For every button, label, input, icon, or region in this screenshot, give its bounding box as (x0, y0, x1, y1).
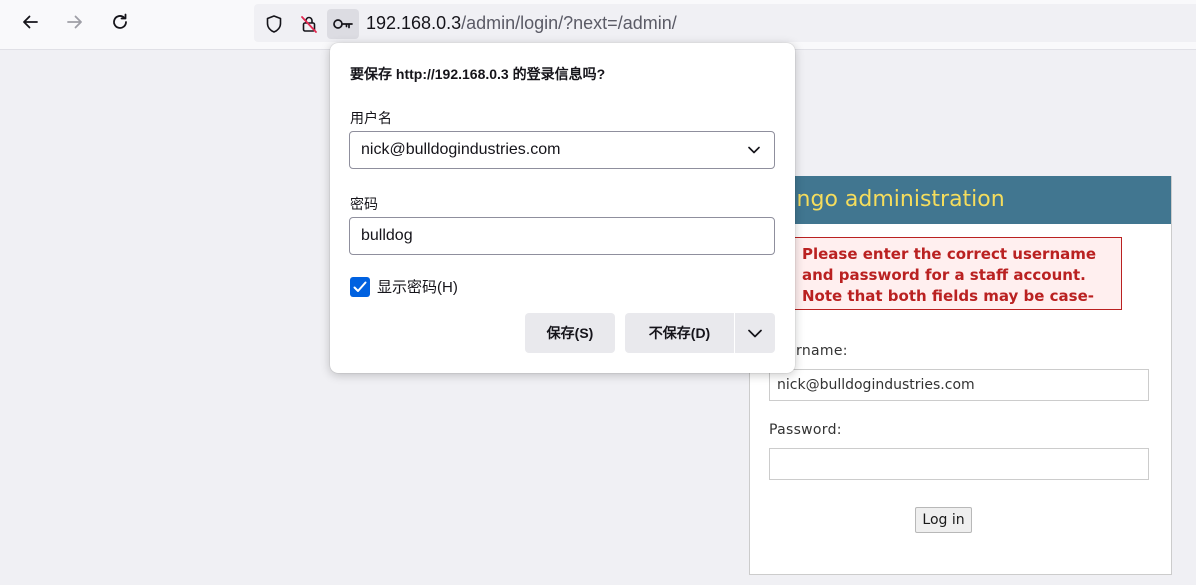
reload-icon (113, 13, 127, 29)
popup-username-field[interactable]: nick@bulldogindustries.com (349, 131, 775, 169)
popup-username-value: nick@bulldogindustries.com (361, 141, 561, 158)
login-button[interactable]: Log in (915, 507, 972, 533)
password-label: Password: (769, 422, 842, 438)
site-info-button[interactable] (293, 9, 325, 39)
username-input[interactable]: nick@bulldogindustries.com (769, 369, 1149, 401)
shield-icon (266, 15, 282, 33)
popup-title: 要保存 http://192.168.0.3 的登录信息吗? (350, 66, 606, 82)
site-header: Django administration (750, 176, 1171, 224)
more-options-button[interactable] (735, 313, 775, 353)
show-password-label: 显示密码(H) (377, 279, 458, 296)
checkmark-icon (353, 281, 367, 292)
back-arrow-icon (23, 15, 38, 29)
tracking-protection-button[interactable] (258, 9, 290, 39)
lock-slash-icon (301, 16, 317, 33)
back-button[interactable] (13, 5, 47, 39)
show-password-checkbox[interactable] (350, 276, 370, 297)
url-host: 192.168.0.3 (366, 13, 462, 33)
popup-username-label: 用户名 (350, 110, 392, 126)
forward-arrow-icon (67, 15, 82, 29)
url-path: /admin/login/?next=/admin/ (461, 13, 677, 33)
url-bar[interactable]: 192.168.0.3/admin/login/?next=/admin/ (254, 4, 1196, 42)
password-key-button[interactable] (327, 9, 359, 39)
password-input[interactable] (769, 448, 1149, 480)
popup-password-field[interactable]: bulldog (349, 217, 775, 255)
url-text[interactable]: 192.168.0.3/admin/login/?next=/admin/ (366, 13, 677, 34)
save-login-popup: 要保存 http://192.168.0.3 的登录信息吗? 用户名 nick@… (330, 43, 795, 373)
key-icon (333, 19, 353, 29)
show-password-row[interactable]: 显示密码(H) (350, 276, 458, 297)
login-container: Django administration Please enter the c… (749, 176, 1172, 575)
chevron-down-icon[interactable] (748, 146, 760, 154)
error-note: Please enter the correct username and pa… (790, 237, 1122, 310)
popup-password-value: bulldog (361, 227, 413, 244)
reload-button[interactable] (103, 5, 137, 39)
dont-save-button[interactable]: 不保存(D) (625, 313, 734, 353)
save-button[interactable]: 保存(S) (525, 313, 615, 353)
chevron-down-icon (748, 329, 762, 337)
popup-password-label: 密码 (350, 196, 378, 212)
forward-button[interactable] (58, 5, 92, 39)
